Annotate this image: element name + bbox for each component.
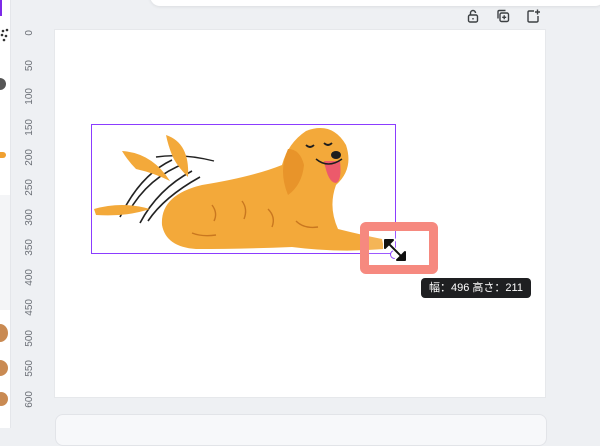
ruler-tick: 450: [24, 299, 35, 316]
page-toolbar: [462, 6, 544, 26]
duplicate-icon[interactable]: [492, 6, 514, 26]
ruler-tick: 500: [24, 330, 35, 347]
ruler-tick: 150: [24, 119, 35, 136]
size-tooltip: 幅：496 高さ：211: [421, 278, 531, 298]
ruler-tick: 200: [24, 149, 35, 166]
left-side-panel: [0, 0, 11, 428]
element-thumbnail-card[interactable]: [0, 195, 10, 310]
lock-open-icon[interactable]: [462, 6, 484, 26]
ruler-tick: 600: [24, 391, 35, 408]
element-thumbnail-orange[interactable]: [0, 152, 6, 158]
element-thumbnail-cookie[interactable]: [0, 360, 8, 376]
add-page-bar[interactable]: [55, 414, 547, 446]
diagonal-resize-cursor-icon: [383, 238, 407, 262]
vertical-ruler: 0 50 100 150 200 250 300 350 400 450 500…: [22, 28, 38, 428]
element-thumbnail-cookie[interactable]: [0, 392, 8, 406]
element-thumbnail-dots[interactable]: [0, 28, 11, 42]
ruler-tick: 100: [24, 88, 35, 105]
ruler-tick: 550: [24, 360, 35, 377]
ruler-tick: 300: [24, 209, 35, 226]
dog-illustration[interactable]: [92, 125, 395, 253]
element-thumbnail-circle[interactable]: [0, 78, 6, 90]
add-page-icon[interactable]: [522, 6, 544, 26]
ruler-tick: 250: [24, 179, 35, 196]
active-indicator: [0, 0, 2, 16]
ruler-tick: 0: [24, 30, 35, 36]
ruler-tick: 350: [24, 239, 35, 256]
ruler-tick: 50: [24, 60, 35, 72]
element-thumbnail-cookie[interactable]: [0, 324, 8, 342]
ruler-tick: 400: [24, 269, 35, 286]
